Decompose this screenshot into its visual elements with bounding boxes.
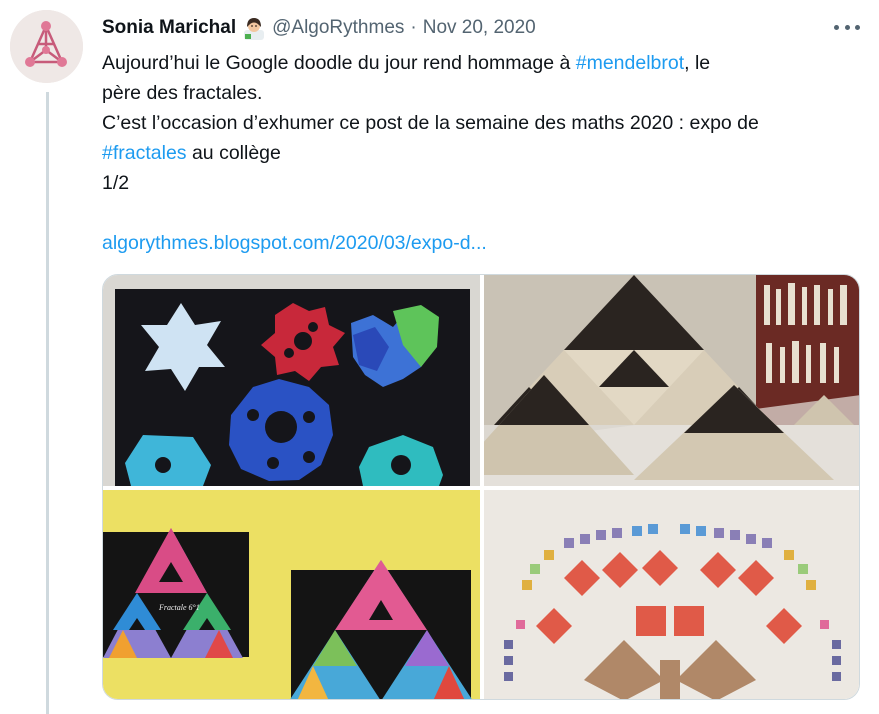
media-grid: Fractale 6°1 <box>102 274 860 700</box>
photo-label-fractale-6-1: Fractale 6°1 <box>158 603 200 612</box>
text-segment: Aujourd’hui le Google doodle du jour ren… <box>102 52 576 74</box>
tweet-text: Aujourd’hui le Google doodle du jour ren… <box>102 48 862 258</box>
tweet-text-line: Aujourd’hui le Google doodle du jour ren… <box>102 48 862 78</box>
photo-sierpinski-pyramids[interactable] <box>484 275 859 486</box>
hashtag-fractales[interactable]: #fractales <box>102 142 187 164</box>
header-separator: · <box>410 17 417 38</box>
tweet-header: Sonia Marichal @AlgoRythmes · Nov 20, 20… <box>102 14 536 42</box>
hashtag-mendelbrot[interactable]: #mendelbrot <box>576 52 684 74</box>
text-segment: , le <box>684 52 711 74</box>
avatar[interactable] <box>10 10 83 83</box>
tweet-text-line: algorythmes.blogspot.com/2020/03/expo-d.… <box>102 228 862 258</box>
more-dot <box>834 24 839 30</box>
tweet-text-spacer <box>102 198 862 228</box>
author-handle[interactable]: @AlgoRythmes <box>272 17 404 39</box>
more-dot <box>844 24 850 30</box>
photo-koch-snowflakes[interactable] <box>103 275 480 486</box>
thread-connector-line <box>46 92 49 714</box>
blog-link[interactable]: algorythmes.blogspot.com/2020/03/expo-d.… <box>102 232 487 254</box>
avatar-image <box>10 10 83 83</box>
tweet-text-line: père des fractales. <box>102 82 263 104</box>
photo-fractale-6-1[interactable]: Fractale 6°1 <box>103 490 480 699</box>
text-segment: au collège <box>186 142 281 164</box>
more-options-icon[interactable] <box>834 18 860 36</box>
more-dot <box>855 24 860 30</box>
author-name[interactable]: Sonia Marichal <box>102 17 236 39</box>
woman-scientist-emoji-icon <box>242 16 266 40</box>
photo-fractal-quilt[interactable] <box>484 490 859 699</box>
tweet-text-line: C’est l’occasion d’exhumer ce post de la… <box>102 112 759 134</box>
tweet-date[interactable]: Nov 20, 2020 <box>423 17 536 39</box>
tweet-text-line: 1/2 <box>102 172 130 194</box>
tweet-text-line: #fractales au collège <box>102 138 862 168</box>
